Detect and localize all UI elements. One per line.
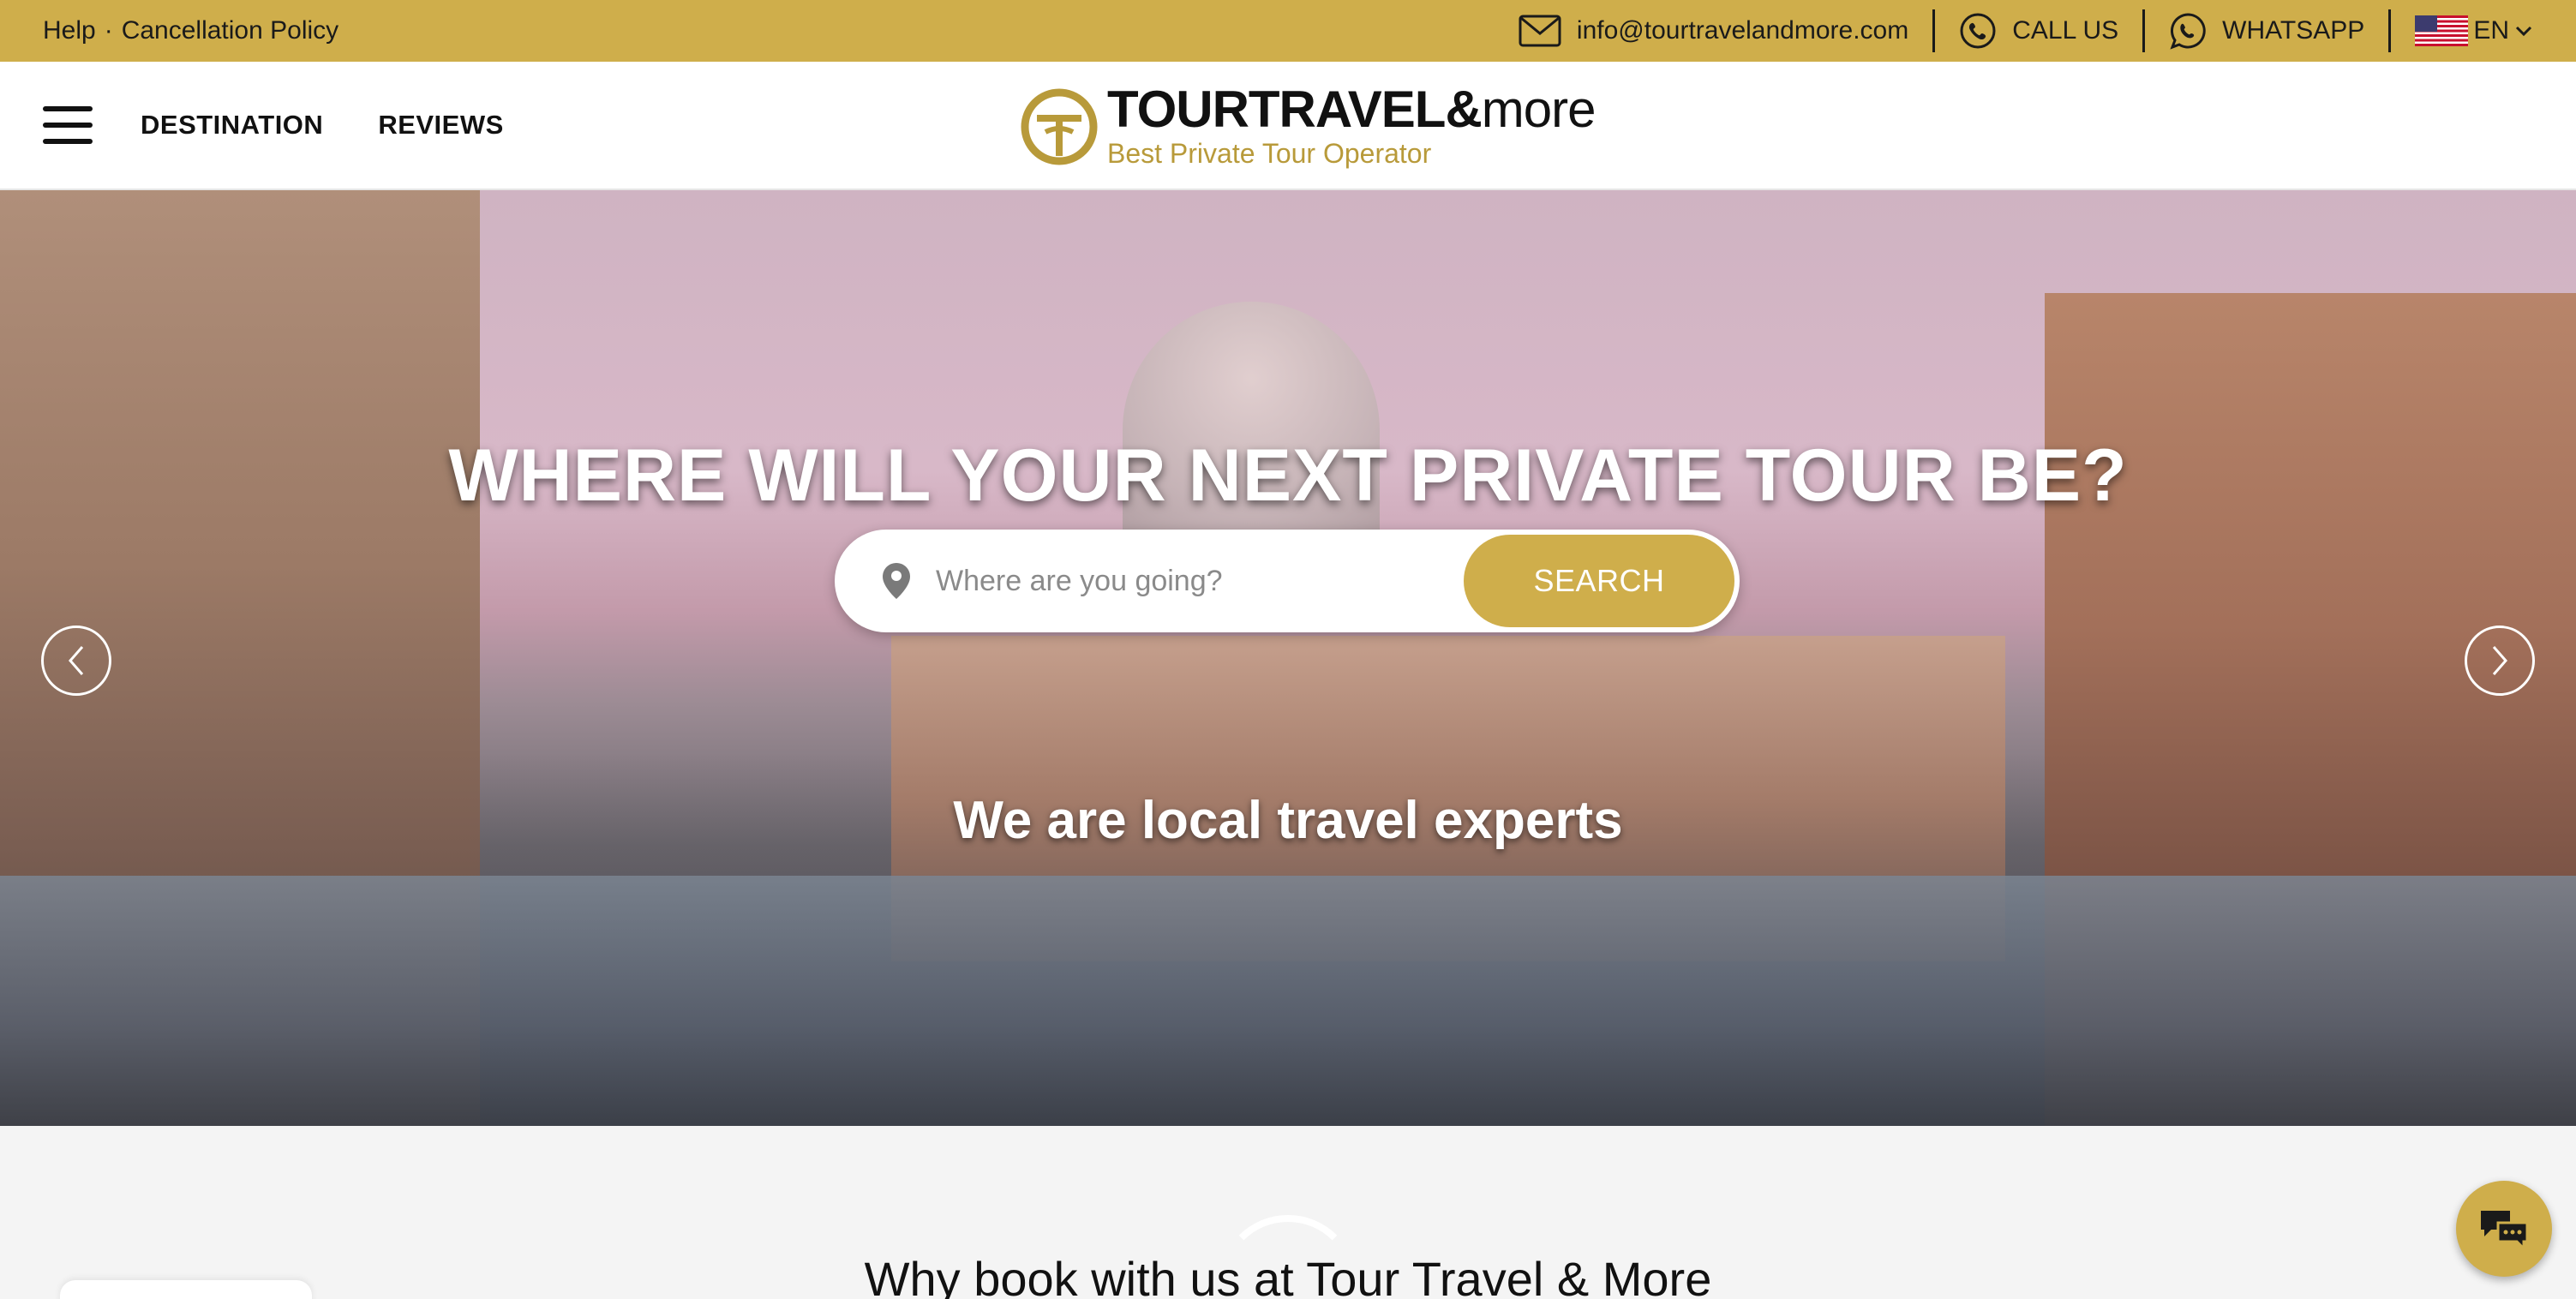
hero-tagline: We are local travel experts (953, 791, 1623, 850)
mail-icon (1519, 15, 1561, 47)
chevron-down-icon (2515, 26, 2532, 37)
section-title: Why book with us at Tour Travel & More (864, 1252, 1712, 1299)
carousel-prev-button[interactable] (41, 626, 111, 696)
phone-icon (1960, 13, 1996, 49)
whatsapp-label: WHATSAPP (2222, 16, 2365, 45)
top-bar-right: info@tourtravelandmore.com CALL US WHATS… (1495, 9, 2533, 52)
chat-button[interactable] (2456, 1181, 2552, 1277)
logo[interactable]: TOURTRAVEL&more Best Private Tour Operat… (1020, 81, 1596, 173)
chevron-right-icon (2492, 646, 2507, 675)
whatsapp-icon (2170, 13, 2206, 50)
cancellation-policy-link[interactable]: Cancellation Policy (122, 16, 338, 45)
chevron-left-icon (69, 646, 84, 675)
language-selector[interactable]: EN (2391, 9, 2533, 52)
hero-banner: WHERE WILL YOUR NEXT PRIVATE TOUR BE? SE… (0, 190, 2576, 1126)
us-flag-icon (2415, 15, 2469, 46)
nav-destination[interactable]: DESTINATION (141, 110, 323, 141)
top-bar: Help · Cancellation Policy info@tourtrav… (0, 0, 2576, 62)
logo-text: TOURTRAVEL&more Best Private Tour Operat… (1107, 84, 1596, 169)
main-header: DESTINATION REVIEWS TOURTRAVEL&more Best… (0, 62, 2576, 190)
hero-image-dome (1123, 302, 1380, 559)
top-bar-left: Help · Cancellation Policy (43, 16, 1495, 45)
whatsapp-contact[interactable]: WHATSAPP (2145, 9, 2388, 52)
hero-image-canal (0, 876, 2576, 1126)
carousel-next-button[interactable] (2465, 626, 2535, 696)
nav-reviews[interactable]: REVIEWS (378, 110, 503, 141)
logo-wordmark: TOURTRAVEL&more (1107, 81, 1596, 139)
hamburger-menu-icon[interactable] (43, 106, 93, 144)
location-pin-icon (883, 563, 910, 599)
search-button[interactable]: SEARCH (1464, 535, 1734, 627)
chat-bubbles-icon (2481, 1211, 2529, 1250)
help-link[interactable]: Help (43, 16, 96, 45)
call-us-label: CALL US (2012, 16, 2119, 45)
floating-card (60, 1280, 312, 1299)
logo-tagline: Best Private Tour Operator (1107, 138, 1432, 170)
hero-title: WHERE WILL YOUR NEXT PRIVATE TOUR BE? (448, 434, 2128, 517)
email-contact[interactable]: info@tourtravelandmore.com (1495, 9, 1932, 52)
destination-search-input[interactable] (936, 564, 1464, 598)
call-us[interactable]: CALL US (1935, 9, 2142, 52)
email-link[interactable]: info@tourtravelandmore.com (1577, 16, 1908, 45)
logo-mark-icon (1021, 88, 1098, 165)
separator-dot: · (104, 16, 113, 45)
language-label: EN (2473, 16, 2509, 45)
search-bar: SEARCH (835, 530, 1740, 632)
